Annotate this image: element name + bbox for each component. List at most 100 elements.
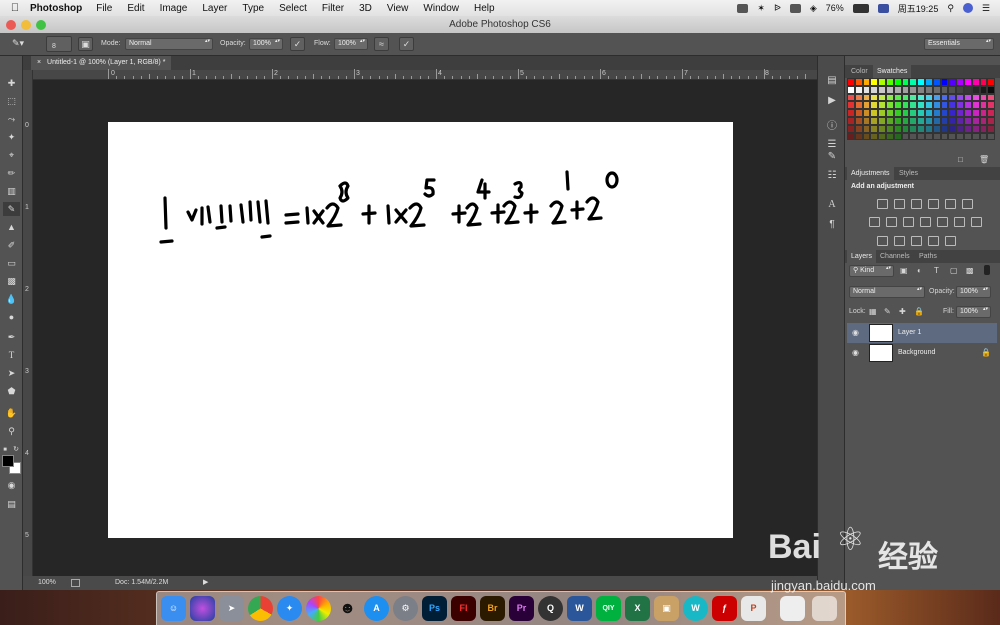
swatch-cell[interactable] — [971, 132, 980, 141]
swatch-cell[interactable] — [909, 93, 918, 102]
swatch-cell[interactable] — [854, 93, 863, 102]
swatch-cell[interactable] — [932, 101, 941, 110]
swatch-cell[interactable] — [948, 101, 957, 110]
swatch-cell[interactable] — [870, 109, 879, 117]
mode-select[interactable]: Normal — [125, 38, 213, 50]
swatch-cell[interactable] — [870, 85, 879, 94]
swatch-cell[interactable] — [878, 101, 886, 110]
exposure-icon[interactable] — [928, 199, 939, 209]
excel-icon[interactable]: X — [625, 596, 650, 621]
swatch-cell[interactable] — [971, 116, 980, 125]
triangle-icon[interactable] — [962, 199, 973, 209]
lock-position-icon[interactable]: ✚ — [899, 307, 906, 316]
wps-icon[interactable]: W — [683, 596, 708, 621]
swatch-cell[interactable] — [932, 116, 941, 125]
swatch-cell[interactable] — [917, 109, 925, 117]
character-panel-icon[interactable]: A — [824, 198, 840, 212]
close-document-icon[interactable]: × — [37, 59, 41, 66]
black-white-icon[interactable] — [903, 217, 914, 227]
swatch-cell[interactable] — [847, 132, 855, 141]
tab-styles[interactable]: Styles — [895, 167, 922, 180]
filter-type-icon[interactable]: T — [934, 266, 939, 275]
grid-icon[interactable] — [971, 217, 982, 227]
layer-filter-kind-select[interactable]: ⚲ Kind — [849, 265, 894, 277]
layer-row-layer-1[interactable]: ◉ Layer 1 — [847, 323, 997, 343]
brush-tool-preset-icon[interactable]: ✎▾ — [8, 37, 28, 51]
flag-icon[interactable] — [877, 3, 889, 13]
siri-dock-icon[interactable] — [190, 596, 215, 621]
airbrush-icon[interactable]: ≈ — [374, 37, 389, 51]
swatch-cell[interactable] — [940, 93, 949, 102]
delete-swatch-icon[interactable]: 🗑 — [979, 155, 989, 164]
swatch-cell[interactable] — [878, 132, 886, 141]
brush-tool-icon[interactable]: ✎ — [3, 202, 20, 216]
quick-selection-tool-icon[interactable]: ✦ — [3, 130, 20, 144]
filter-adjustment-icon[interactable]: ◐ — [917, 266, 922, 275]
swatch-cell[interactable] — [878, 93, 886, 102]
swatch-cell[interactable] — [847, 124, 855, 133]
horizontal-ruler[interactable]: 0 1 2 3 4 5 6 7 8 — [33, 69, 817, 80]
swatch-cell[interactable] — [878, 78, 886, 86]
swatch-cell[interactable] — [885, 93, 894, 102]
swatch-cell[interactable] — [870, 132, 879, 141]
swatch-cell[interactable] — [909, 101, 918, 110]
blend-mode-select[interactable]: Normal — [849, 286, 925, 298]
tab-adjustments[interactable]: Adjustments — [847, 167, 894, 180]
swatch-cell[interactable] — [917, 78, 925, 86]
tab-paths[interactable]: Paths — [915, 250, 941, 263]
iqiyi-icon[interactable]: QIY — [596, 596, 621, 621]
app-menu[interactable]: Photoshop — [30, 3, 82, 14]
menu-image[interactable]: Image — [160, 3, 188, 14]
paragraph-panel-icon[interactable]: ¶ — [824, 218, 840, 232]
swatch-cell[interactable] — [971, 101, 980, 110]
swatch-cell[interactable] — [901, 132, 910, 141]
swatch-cell[interactable] — [893, 132, 902, 141]
swatch-cell[interactable] — [847, 78, 855, 86]
app-store-icon[interactable]: A — [364, 596, 389, 621]
quick-mask-icon[interactable]: ◉ — [3, 478, 20, 492]
swatch-cell[interactable] — [862, 116, 871, 125]
swatch-cell[interactable] — [854, 109, 863, 117]
close-window-button[interactable] — [6, 20, 16, 30]
swatch-cell[interactable] — [948, 132, 957, 141]
swatch-cell[interactable] — [948, 109, 957, 117]
swatch-cell[interactable] — [963, 78, 972, 86]
visibility-eye-icon[interactable]: ◉ — [852, 349, 861, 357]
swatch-cell[interactable] — [917, 85, 925, 94]
color-lookup-icon[interactable] — [954, 217, 965, 227]
menu-3d[interactable]: 3D — [359, 3, 372, 14]
vertical-ruler[interactable]: 0 1 2 3 4 5 — [23, 70, 33, 576]
word-icon[interactable]: W — [567, 596, 592, 621]
swatch-cell[interactable] — [885, 109, 894, 117]
menu-layer[interactable]: Layer — [202, 3, 227, 14]
swatch-cell[interactable] — [979, 109, 988, 117]
swatch-cell[interactable] — [893, 101, 902, 110]
pressure-size-icon[interactable]: ✓ — [399, 37, 414, 51]
swatch-cell[interactable] — [979, 93, 988, 102]
swatch-cell[interactable] — [854, 116, 863, 125]
swatch-cell[interactable] — [901, 116, 910, 125]
swatch-cell[interactable] — [963, 93, 972, 102]
pressure-opacity-icon[interactable]: ✓ — [290, 37, 305, 51]
swatch-cell[interactable] — [878, 109, 886, 117]
gradient-map-icon[interactable] — [928, 236, 939, 246]
clock[interactable]: 周五19:25 — [898, 2, 939, 15]
swatch-cell[interactable] — [956, 132, 964, 141]
swatch-cell[interactable] — [870, 101, 879, 110]
wifi-icon[interactable]: ◈ — [810, 3, 817, 14]
vibrance-icon[interactable] — [945, 199, 956, 209]
brush-presets-icon[interactable]: ☷ — [824, 169, 840, 183]
swatch-cell[interactable] — [932, 78, 941, 86]
swatch-cell[interactable] — [862, 85, 871, 94]
document-tab[interactable]: × Untitled-1 @ 100% (Layer 1, RGB/8) * — [31, 56, 172, 70]
swatch-cell[interactable] — [948, 124, 957, 133]
swatch-cell[interactable] — [847, 101, 855, 110]
foreground-color-swatch[interactable] — [2, 455, 14, 467]
lasso-tool-icon[interactable]: ⤳ — [3, 112, 20, 126]
swatch-cell[interactable] — [956, 124, 964, 133]
path-selection-tool-icon[interactable]: ➤ — [3, 366, 20, 380]
swatch-cell[interactable] — [893, 124, 902, 133]
pen-tool-icon[interactable]: ✒ — [3, 330, 20, 344]
swatch-cell[interactable] — [971, 109, 980, 117]
swatch-cell[interactable] — [956, 85, 964, 94]
